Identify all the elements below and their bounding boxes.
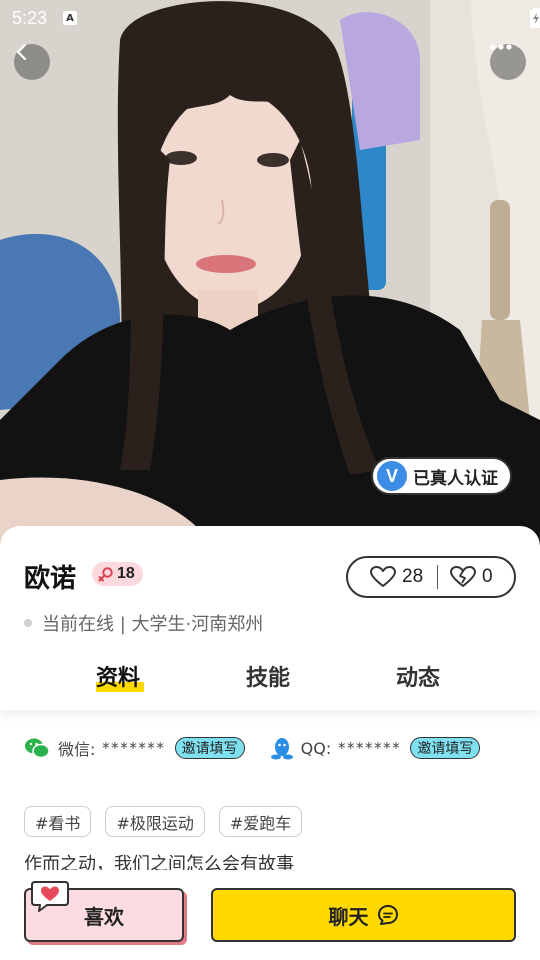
verified-v-icon: V [377,461,407,491]
battery-icon [530,8,540,28]
profile-photo[interactable]: 5:23 A V 已真人认证 [0,0,540,560]
profile-tabs: 资料 技能 动态 [0,660,540,700]
tag-reading[interactable]: #看书 [24,806,92,837]
tab-profile[interactable]: 资料 [96,660,140,692]
wechat-icon [25,738,50,759]
broken-heart-icon [449,566,476,587]
likes-count: 28 [402,566,424,587]
age-value: 18 [117,565,135,582]
wechat-value: ******* [101,739,165,757]
bottom-action-bar: 喜欢 聊天 [0,870,540,960]
likes-counter[interactable]: 28 [348,558,437,596]
chat-bubble-icon [377,905,398,925]
like-button-label: 喜欢 [84,904,124,929]
bio-text: 作而之动，我们之间怎么会有故事 [24,854,294,872]
notification-icon: A [63,11,78,25]
broken-hearts-count: 0 [481,566,493,587]
interest-tags: #看书 #极限运动 #爱跑车 [24,806,303,837]
like-stats: 28 0 [346,556,516,598]
qq-value: ******* [337,739,401,757]
verified-badge: V 已真人认证 [371,457,512,495]
female-gender-icon [98,567,113,582]
broken-heart-counter[interactable]: 0 [436,565,514,589]
like-heart-icon [31,881,69,912]
status-time: 5:23 [12,7,48,28]
tag-extreme-sports[interactable]: #极限运动 [105,806,205,837]
chat-button-label: 聊天 [328,904,369,929]
qq-label: QQ: [300,738,332,758]
age-badge: 18 [92,562,143,586]
online-dot-icon [24,619,32,627]
heart-icon [370,566,396,587]
back-button[interactable] [14,44,50,80]
qq-invite-button[interactable]: 邀请填写 [410,737,481,759]
tag-racing-cars[interactable]: #爱跑车 [218,806,303,837]
status-bar: 5:23 A [0,0,540,36]
contact-row: 微信: ******* 邀请填写 QQ: ******* 邀请填写 [24,736,524,760]
profile-card: 欧诺 18 28 0 当前在线 | 大学生·河南郑州 资料 技能 动态 [0,526,540,710]
status-text: 当前在线 | 大学生·河南郑州 [42,614,264,635]
verified-label: 已真人认证 [413,468,498,489]
chat-button[interactable]: 聊天 [211,888,516,942]
qq-icon [270,738,293,760]
profile-name: 欧诺 [24,564,77,594]
more-button[interactable] [490,44,526,80]
wechat-label: 微信: [58,740,96,759]
tab-skills[interactable]: 技能 [246,660,290,692]
chevron-left-icon [16,44,27,60]
tab-moments[interactable]: 动态 [396,660,440,692]
wechat-invite-button[interactable]: 邀请填写 [174,737,245,759]
online-status: 当前在线 | 大学生·河南郑州 [24,610,263,636]
more-dots-icon [490,44,512,50]
